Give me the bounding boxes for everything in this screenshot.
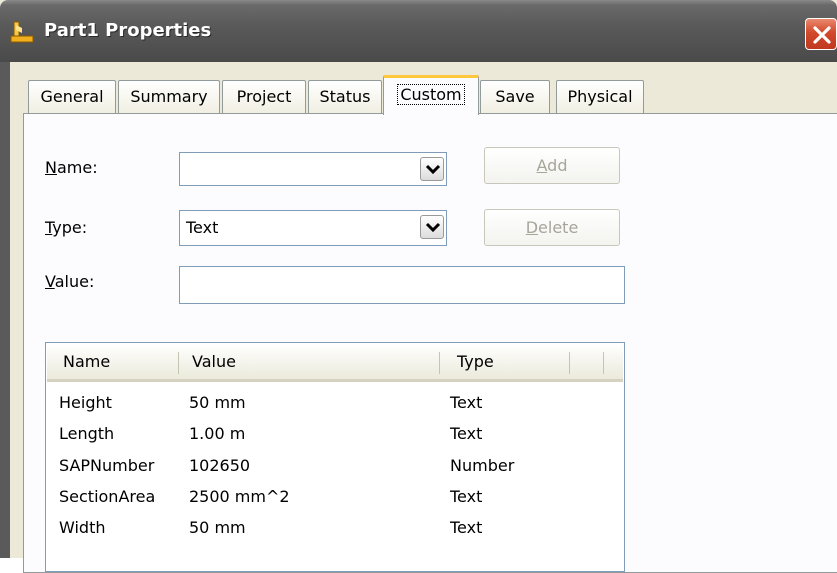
tab-label: Project — [236, 87, 292, 106]
column-divider[interactable] — [569, 352, 570, 374]
tab-label: Physical — [567, 87, 633, 106]
cell-type: Text — [450, 487, 483, 506]
cell-value: 1.00 m — [189, 424, 246, 443]
add-button[interactable]: Add — [484, 147, 620, 184]
tab-summary[interactable]: Summary — [118, 80, 220, 113]
cell-name: Length — [59, 424, 115, 443]
title-bar[interactable]: Part1 Properties — [0, 0, 837, 62]
column-header-name[interactable]: Name — [63, 344, 110, 380]
tab-label: Summary — [130, 87, 208, 106]
tab-custom[interactable]: Custom — [383, 75, 479, 115]
tab-label: Save — [495, 87, 535, 106]
type-label: Type: — [45, 218, 88, 237]
cell-name: Width — [59, 518, 106, 537]
cell-value: 50 mm — [189, 518, 246, 537]
close-button[interactable] — [805, 18, 837, 50]
column-divider[interactable] — [178, 352, 179, 374]
tab-physical[interactable]: Physical — [556, 80, 644, 113]
cell-name: Height — [59, 393, 112, 412]
window-title: Part1 Properties — [44, 20, 212, 41]
column-header-value[interactable]: Value — [192, 344, 236, 380]
cell-type: Number — [450, 456, 515, 475]
close-icon — [813, 26, 831, 44]
tab-label: General — [40, 87, 104, 106]
window-frame-left — [0, 62, 10, 558]
custom-properties-list[interactable]: Name Value Type Height 50 mm Text Length… — [45, 342, 625, 572]
delete-button[interactable]: Delete — [484, 209, 620, 246]
list-header: Name Value Type — [47, 344, 623, 382]
tab-save[interactable]: Save — [480, 80, 550, 113]
cell-type: Text — [450, 393, 483, 412]
add-button-label: Add — [536, 156, 568, 175]
tab-label: Status — [319, 87, 371, 106]
tab-label: Custom — [397, 84, 465, 105]
type-dropdown-button[interactable] — [420, 215, 444, 239]
name-dropdown-button[interactable] — [420, 157, 444, 181]
column-header-type[interactable]: Type — [457, 344, 494, 380]
delete-button-label: Delete — [525, 218, 579, 237]
cell-type: Text — [450, 518, 483, 537]
cell-value: 102650 — [189, 456, 251, 475]
chevron-down-icon — [425, 222, 441, 233]
inventor-part-icon — [10, 20, 36, 44]
cell-type: Text — [450, 424, 483, 443]
name-combobox[interactable] — [179, 152, 447, 186]
chevron-down-icon — [425, 164, 441, 175]
properties-dialog: Part1 Properties General Summary Project… — [0, 0, 837, 573]
type-combobox-value: Text — [186, 218, 219, 237]
column-divider[interactable] — [603, 352, 604, 374]
tab-project[interactable]: Project — [222, 80, 306, 113]
tab-status[interactable]: Status — [308, 80, 382, 113]
name-label: Name: — [45, 158, 98, 177]
cell-value: 2500 mm^2 — [189, 487, 290, 506]
tab-general[interactable]: General — [28, 80, 116, 113]
cell-name: SAPNumber — [59, 456, 155, 475]
value-input[interactable] — [179, 266, 625, 304]
column-divider[interactable] — [439, 352, 440, 374]
cell-value: 50 mm — [189, 393, 246, 412]
value-label: Value: — [45, 272, 95, 291]
type-combobox[interactable]: Text — [179, 210, 447, 246]
cell-name: SectionArea — [59, 487, 156, 506]
